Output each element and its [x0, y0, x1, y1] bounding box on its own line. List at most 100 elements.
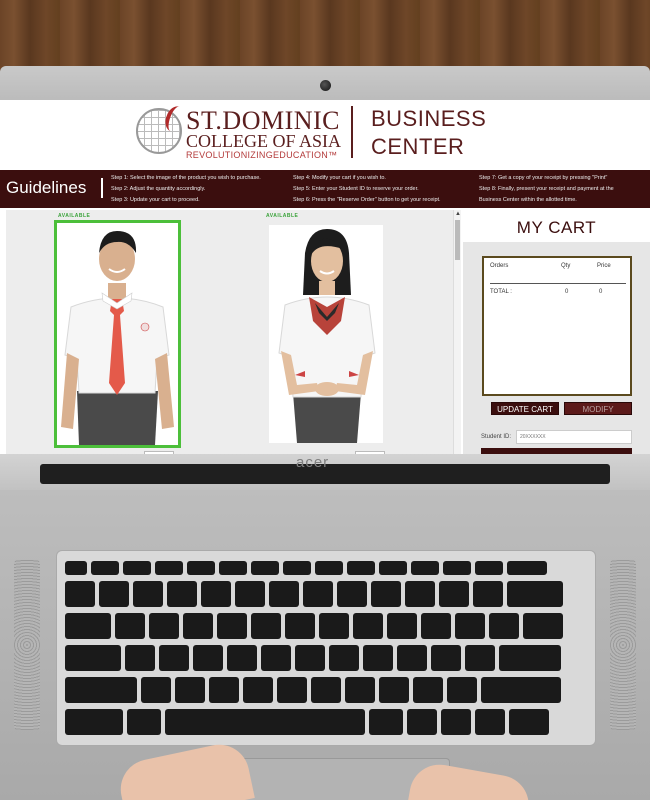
guideline-step-6: Step 6: Press the "Reserve Order" button… — [293, 197, 441, 203]
keyboard-key — [411, 561, 439, 575]
laptop-keyboard-deck — [0, 490, 650, 800]
keyboard-key — [405, 581, 435, 607]
keyboard-key — [441, 709, 471, 735]
keyboard-key — [261, 645, 291, 671]
keyboard-key — [251, 613, 281, 639]
keyboard-key — [187, 561, 215, 575]
keyboard-key — [303, 581, 333, 607]
cart-panel: MY CART Orders Qty Price TOTAL : 0 0 UPD… — [463, 210, 650, 454]
keyboard-key — [125, 645, 155, 671]
cart-header-orders: Orders — [490, 263, 509, 269]
keyboard-key — [159, 645, 189, 671]
laptop-screen: ST.DOMINIC COLLEGE OF ASIA REVOLUTIONIZI… — [0, 100, 650, 454]
keyboard-key — [277, 677, 307, 703]
keyboard-key — [127, 709, 161, 735]
guidelines-title: Guidelines — [6, 178, 87, 197]
keyboard-key — [115, 613, 145, 639]
keyboard-key — [285, 613, 315, 639]
keyboard-key — [369, 709, 403, 735]
cart-header: MY CART — [463, 210, 650, 242]
keyboard-key — [481, 677, 561, 703]
keyboard-key — [421, 613, 451, 639]
keyboard-key — [227, 645, 257, 671]
modify-cart-button[interactable]: MODIFY — [564, 402, 632, 415]
keyboard-key — [431, 645, 461, 671]
product-grid: AVAILABLE AVAILABLE — [6, 210, 461, 454]
laptop-hinge: acer — [0, 454, 650, 490]
update-cart-button[interactable]: UPDATE CART — [491, 402, 559, 415]
keyboard-key — [167, 581, 197, 607]
guideline-step-4: Step 4: Modify your cart if you wish to. — [293, 175, 386, 181]
availability-label: AVAILABLE — [266, 213, 299, 219]
keyboard-key — [123, 561, 151, 575]
guidelines-bar: Guidelines Step 1: Select the image of t… — [0, 170, 650, 208]
student-id-label: Student ID: — [481, 434, 512, 440]
keyboard-key — [235, 581, 265, 607]
product-card-male-uniform[interactable] — [54, 220, 181, 448]
keyboard-key — [473, 581, 503, 607]
student-id-input[interactable] — [516, 430, 632, 444]
keyboard-key — [201, 581, 231, 607]
keyboard-key — [475, 561, 503, 575]
cart-divider — [490, 283, 626, 284]
keyboard-row — [65, 613, 563, 639]
right-speaker-grille — [610, 560, 636, 730]
keyboard-row — [65, 709, 549, 735]
keyboard-key — [65, 613, 111, 639]
keyboard-row — [65, 561, 547, 575]
left-hand — [115, 739, 255, 800]
keyboard-key — [149, 613, 179, 639]
wooden-table — [0, 0, 650, 70]
guideline-step-8-continued: Business Center within the allotted time… — [479, 197, 577, 203]
keyboard-key — [243, 677, 273, 703]
site-header: ST.DOMINIC COLLEGE OF ASIA REVOLUTIONIZI… — [0, 100, 650, 170]
keyboard-key — [65, 709, 123, 735]
header-divider — [351, 106, 353, 158]
guideline-step-3: Step 3: Update your cart to proceed. — [111, 197, 200, 203]
left-speaker-grille — [14, 560, 40, 730]
keyboard-key — [329, 645, 359, 671]
keyboard-key — [251, 561, 279, 575]
keyboard-key — [407, 709, 437, 735]
keyboard-key — [155, 561, 183, 575]
scroll-up-arrow-icon[interactable]: ▲ — [455, 211, 461, 217]
product-card-female-uniform[interactable] — [269, 225, 383, 443]
keyboard-key — [397, 645, 427, 671]
cart-header-price: Price — [597, 263, 611, 269]
keyboard-key — [379, 677, 409, 703]
guideline-step-8: Step 8: Finally, present your receipt an… — [479, 186, 614, 192]
keyboard-key — [363, 645, 393, 671]
keyboard-key — [353, 613, 383, 639]
keyboard-key — [439, 581, 469, 607]
keyboard-key — [379, 561, 407, 575]
cart-table: Orders Qty Price TOTAL : 0 0 — [482, 256, 632, 396]
female-uniform-photo — [269, 225, 383, 443]
keyboard-key — [141, 677, 171, 703]
keyboard-key — [475, 709, 505, 735]
keyboard-key — [65, 645, 121, 671]
keyboard-key — [269, 581, 299, 607]
keyboard-key — [219, 561, 247, 575]
keyboard-key — [371, 581, 401, 607]
scrollbar-thumb[interactable] — [455, 220, 460, 260]
keyboard-key — [193, 645, 223, 671]
keyboard-key — [165, 709, 365, 735]
cart-total-qty: 0 — [565, 289, 569, 295]
product-scrollbar[interactable]: ▲ — [453, 210, 461, 454]
guideline-step-5: Step 5: Enter your Student ID to reserve… — [293, 186, 419, 192]
keyboard-key — [489, 613, 519, 639]
availability-label: AVAILABLE — [58, 213, 91, 219]
guideline-step-1: Step 1: Select the image of the product … — [111, 175, 261, 181]
keyboard-key — [175, 677, 205, 703]
keyboard-key — [283, 561, 311, 575]
keyboard-row — [65, 645, 561, 671]
webcam-icon — [320, 80, 331, 91]
keyboard-key — [455, 613, 485, 639]
keyboard-key — [507, 561, 547, 575]
keyboard-key — [499, 645, 561, 671]
keyboard-key — [345, 677, 375, 703]
logo-tagline: REVOLUTIONIZINGEDUCATION™ — [186, 150, 338, 160]
keyboard-key — [447, 677, 477, 703]
keyboard-key — [387, 613, 417, 639]
business-center-title-line2: CENTER — [371, 134, 465, 159]
